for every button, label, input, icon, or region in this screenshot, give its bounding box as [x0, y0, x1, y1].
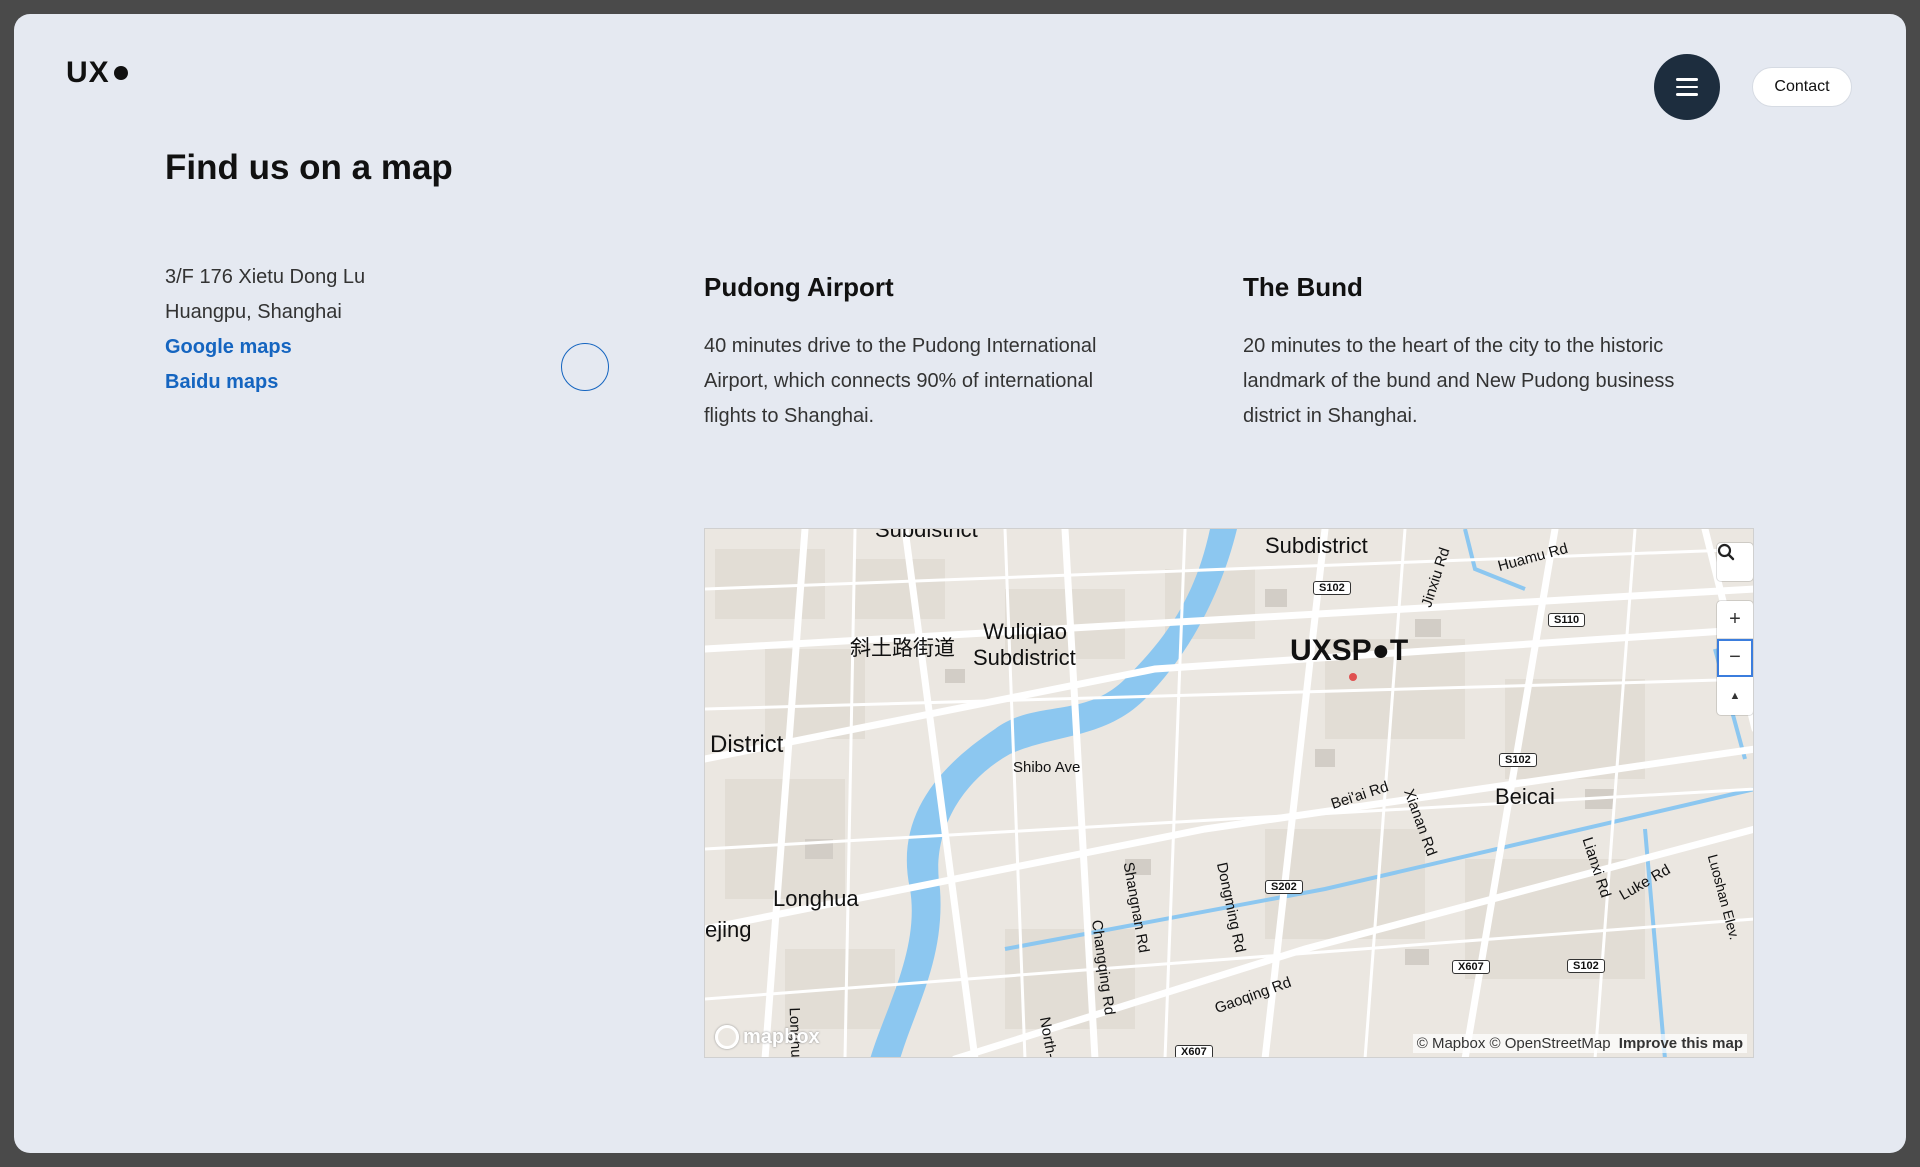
- map[interactable]: Subdistrict Subdistrict 斜土路街道 Wuliqiao S…: [704, 528, 1754, 1058]
- map-label: ejing: [705, 917, 752, 942]
- route-shield: S102: [1567, 959, 1605, 973]
- map-canvas: [705, 529, 1753, 1057]
- menu-button[interactable]: [1654, 54, 1720, 120]
- route-shield: S102: [1313, 581, 1351, 595]
- column-title: The Bund: [1243, 272, 1363, 302]
- cursor-indicator: [561, 343, 609, 391]
- map-label: Wuliqiao: [983, 619, 1067, 644]
- attribution-text[interactable]: © Mapbox © OpenStreetMap: [1417, 1035, 1611, 1052]
- google-maps-link[interactable]: Google maps: [165, 330, 365, 365]
- route-shield: S102: [1499, 753, 1537, 767]
- route-shield: X607: [1175, 1045, 1213, 1057]
- logo-text: UX: [66, 56, 110, 89]
- map-search-button[interactable]: [1717, 543, 1753, 581]
- zoom-in-button[interactable]: +: [1717, 601, 1753, 639]
- info-column-pudong: Pudong Airport 40 minutes drive to the P…: [704, 272, 1144, 434]
- baidu-maps-link[interactable]: Baidu maps: [165, 365, 365, 400]
- info-column-bund: The Bund 20 minutes to the heart of the …: [1243, 272, 1683, 434]
- improve-map-link[interactable]: Improve this map: [1619, 1035, 1743, 1052]
- address-block: 3/F 176 Xietu Dong Lu Huangpu, Shanghai …: [165, 260, 365, 400]
- map-label: Shibo Ave: [1013, 759, 1081, 776]
- route-shield: X607: [1452, 960, 1490, 974]
- search-icon: [1717, 543, 1735, 561]
- map-label: Subdistrict: [1265, 533, 1368, 558]
- page-title: Find us on a map: [165, 148, 453, 187]
- address-line-1: 3/F 176 Xietu Dong Lu: [165, 266, 366, 288]
- mapbox-logo[interactable]: mapbox: [715, 1025, 820, 1049]
- map-zoom-control: + − ▲: [1717, 601, 1753, 715]
- map-label: Longhua: [773, 886, 859, 911]
- route-shield: S202: [1265, 880, 1303, 894]
- contact-button[interactable]: Contact: [1752, 67, 1852, 107]
- column-text: 20 minutes to the heart of the city to t…: [1243, 335, 1675, 427]
- column-title: Pudong Airport: [704, 272, 894, 302]
- map-search-control: [1717, 543, 1753, 581]
- hamburger-icon: [1676, 78, 1698, 96]
- site-logo[interactable]: UX: [66, 56, 128, 90]
- map-label: Beicai: [1495, 784, 1555, 809]
- map-label: 斜土路街道: [850, 636, 955, 660]
- route-shield: S110: [1548, 613, 1586, 627]
- compass-button[interactable]: ▲: [1717, 677, 1753, 715]
- uxspot-marker-label: UXSP●T: [1290, 634, 1409, 667]
- mapbox-logo-text: mapbox: [743, 1025, 820, 1048]
- map-label: Subdistrict: [973, 645, 1076, 670]
- page-frame: UX Contact Find us on a map 3/F 176 Xiet…: [14, 14, 1906, 1153]
- address-line-2: Huangpu, Shanghai: [165, 301, 342, 323]
- zoom-out-button[interactable]: −: [1717, 639, 1753, 677]
- map-label: Subdistrict: [875, 528, 978, 542]
- logo-dot-icon: [113, 66, 128, 80]
- map-attribution: © Mapbox © OpenStreetMap Improve this ma…: [1412, 1034, 1747, 1053]
- compass-icon: ▲: [1729, 690, 1741, 702]
- column-text: 40 minutes drive to the Pudong Internati…: [704, 335, 1097, 427]
- mapbox-logo-icon: [715, 1025, 739, 1049]
- map-label: District: [710, 731, 784, 758]
